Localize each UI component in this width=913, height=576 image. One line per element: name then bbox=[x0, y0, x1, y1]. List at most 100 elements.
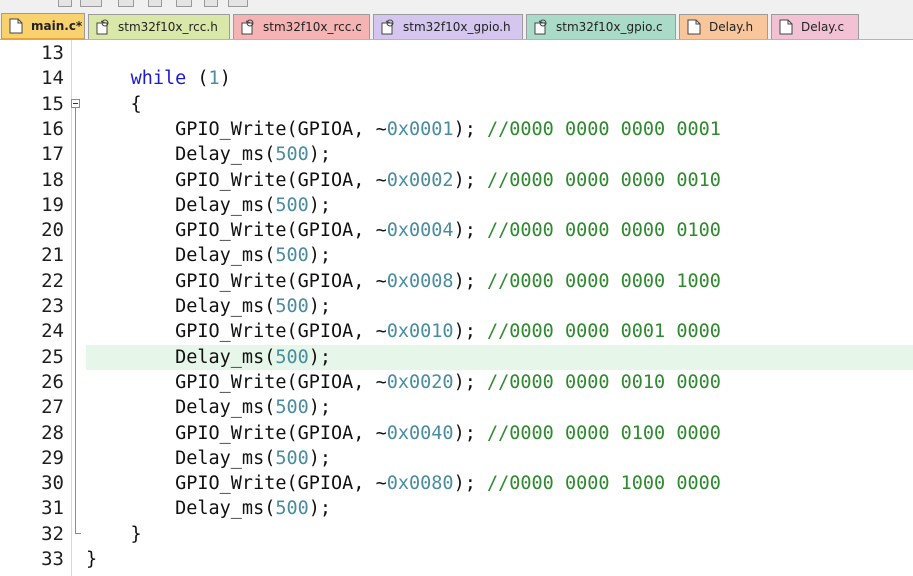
code-line[interactable]: 29 Delay_ms(500); bbox=[0, 446, 913, 471]
code-line[interactable]: 32 } bbox=[0, 521, 913, 547]
code-line[interactable]: 20 GPIO_Write(GPIOA, ~0x0004); //0000 00… bbox=[0, 218, 913, 243]
code-token: ); bbox=[453, 371, 487, 393]
tab-label: main.c* bbox=[31, 19, 83, 33]
toolbar-button[interactable] bbox=[118, 0, 134, 7]
code-line[interactable]: 33} bbox=[0, 547, 913, 572]
code-token: ( bbox=[186, 68, 209, 90]
code-text: { bbox=[86, 92, 142, 117]
code-token: Delay_ms( bbox=[86, 498, 276, 520]
code-token: } bbox=[86, 523, 142, 545]
toolbar-button[interactable] bbox=[80, 0, 102, 7]
number-token: 500 bbox=[275, 194, 309, 216]
toolbar-button[interactable] bbox=[148, 0, 162, 7]
line-number: 16 bbox=[41, 117, 64, 140]
code-text: GPIO_Write(GPIOA, ~0x0008); //0000 0000 … bbox=[86, 269, 721, 294]
line-number: 21 bbox=[41, 244, 64, 267]
code-line[interactable]: 13 bbox=[0, 41, 913, 66]
file-icon bbox=[9, 18, 23, 34]
toolbar-button[interactable] bbox=[204, 0, 218, 7]
code-text: Delay_ms(500); bbox=[86, 193, 331, 218]
tab-delay-c[interactable]: Delay.c bbox=[771, 14, 859, 39]
code-token: Delay_ms( bbox=[86, 346, 276, 368]
number-token: 0x0040 bbox=[386, 422, 454, 444]
line-number: 18 bbox=[41, 168, 64, 191]
fold-toggle-icon[interactable] bbox=[71, 98, 80, 108]
code-line[interactable]: 21 Delay_ms(500); bbox=[0, 243, 913, 268]
code-line[interactable]: 14 while (1) bbox=[0, 66, 913, 91]
fold-end-marker bbox=[75, 521, 81, 534]
code-token: GPIO_Write(GPIOA, ~ bbox=[86, 371, 387, 393]
code-line[interactable]: 27 Delay_ms(500); bbox=[0, 395, 913, 420]
tab-main-c[interactable]: main.c* bbox=[1, 13, 85, 40]
number-token: 500 bbox=[275, 245, 309, 267]
code-token: GPIO_Write(GPIOA, ~ bbox=[86, 321, 387, 343]
code-token: ); bbox=[453, 473, 487, 495]
tab-delay-h[interactable]: Delay.h bbox=[679, 14, 768, 39]
code-text: } bbox=[86, 522, 142, 547]
line-number: 29 bbox=[41, 446, 64, 469]
line-number: 20 bbox=[41, 219, 64, 242]
toolbar-strip bbox=[0, 0, 913, 10]
code-editor[interactable]: 13 14 while (1) 15 {16 GPIO_Write(GPIOA, ~… bbox=[0, 40, 913, 576]
tab-label: stm32f10x_gpio.c bbox=[556, 20, 663, 34]
code-line[interactable]: 15 { bbox=[0, 92, 913, 117]
code-line[interactable]: 31 Delay_ms(500); bbox=[0, 496, 913, 521]
code-text: } bbox=[86, 547, 97, 572]
code-text: GPIO_Write(GPIOA, ~0x0001); //0000 0000 … bbox=[86, 117, 721, 142]
tab-stm32f10x-gpio-c[interactable]: stm32f10x_gpio.c bbox=[526, 14, 676, 39]
code-text: Delay_ms(500); bbox=[86, 142, 331, 167]
code-token: ); bbox=[308, 346, 332, 368]
code-text: Delay_ms(500); bbox=[86, 496, 331, 521]
code-token: ); bbox=[308, 397, 332, 419]
line-number: 15 bbox=[41, 92, 64, 115]
line-number: 13 bbox=[41, 42, 64, 64]
toolbar-button[interactable] bbox=[176, 0, 192, 7]
code-text: Delay_ms(500); bbox=[86, 395, 331, 420]
code-text: GPIO_Write(GPIOA, ~0x0020); //0000 0000 … bbox=[86, 370, 721, 395]
code-line[interactable]: 19 Delay_ms(500); bbox=[0, 193, 913, 218]
source-file-icon bbox=[534, 19, 548, 35]
toolbar-button[interactable] bbox=[228, 0, 248, 7]
number-token: 0x0080 bbox=[386, 473, 454, 495]
line-number: 28 bbox=[41, 421, 64, 444]
number-token: 0x0008 bbox=[386, 270, 454, 292]
number-token: 500 bbox=[275, 447, 309, 469]
tab-label: Delay.h bbox=[709, 20, 754, 34]
line-number: 19 bbox=[41, 193, 64, 216]
code-token: ); bbox=[308, 447, 332, 469]
tab-stm32f10x-rcc-c[interactable]: stm32f10x_rcc.c bbox=[233, 14, 370, 39]
code-line[interactable]: 17 Delay_ms(500); bbox=[0, 142, 913, 167]
tab-stm32f10x-gpio-h[interactable]: stm32f10x_gpio.h bbox=[373, 14, 523, 39]
code-line[interactable]: 22 GPIO_Write(GPIOA, ~0x0008); //0000 00… bbox=[0, 269, 913, 294]
number-token: 0x0004 bbox=[386, 220, 454, 242]
header-file-icon bbox=[381, 19, 395, 35]
code-token: ); bbox=[308, 498, 332, 520]
comment-token: //0000 0000 0100 0000 bbox=[486, 422, 721, 444]
file-icon bbox=[779, 19, 793, 35]
toolbar-button[interactable] bbox=[58, 0, 72, 7]
tab-stm32f10x-rcc-h[interactable]: stm32f10x_rcc.h bbox=[88, 14, 230, 39]
code-token: Delay_ms( bbox=[86, 397, 276, 419]
number-token: 500 bbox=[275, 144, 309, 166]
code-text: Delay_ms(500); bbox=[86, 243, 331, 268]
source-file-icon bbox=[241, 19, 255, 35]
code-token: Delay_ms( bbox=[86, 447, 276, 469]
number-token: 1 bbox=[208, 68, 220, 90]
code-line[interactable]: 24 GPIO_Write(GPIOA, ~0x0010); //0000 00… bbox=[0, 319, 913, 344]
code-token: ); bbox=[453, 321, 487, 343]
code-line[interactable]: 16 GPIO_Write(GPIOA, ~0x0001); //0000 00… bbox=[0, 117, 913, 142]
code-token: ); bbox=[453, 169, 487, 191]
code-line[interactable]: 25 Delay_ms(500); bbox=[0, 344, 913, 370]
line-number: 26 bbox=[41, 370, 64, 393]
code-line[interactable]: 23 Delay_ms(500); bbox=[0, 294, 913, 319]
line-number: 24 bbox=[41, 320, 64, 343]
code-token: Delay_ms( bbox=[86, 144, 276, 166]
code-line[interactable]: 26 GPIO_Write(GPIOA, ~0x0020); //0000 00… bbox=[0, 370, 913, 395]
comment-token: //0000 0000 0000 0010 bbox=[486, 169, 721, 191]
code-line[interactable]: 30 GPIO_Write(GPIOA, ~0x0080); //0000 00… bbox=[0, 471, 913, 496]
comment-token: //0000 0000 1000 0000 bbox=[486, 473, 721, 495]
code-line[interactable]: 18 GPIO_Write(GPIOA, ~0x0002); //0000 00… bbox=[0, 168, 913, 193]
code-line[interactable]: 28 GPIO_Write(GPIOA, ~0x0040); //0000 00… bbox=[0, 421, 913, 446]
code-token: GPIO_Write(GPIOA, ~ bbox=[86, 169, 387, 191]
code-text: while (1) bbox=[86, 66, 231, 91]
